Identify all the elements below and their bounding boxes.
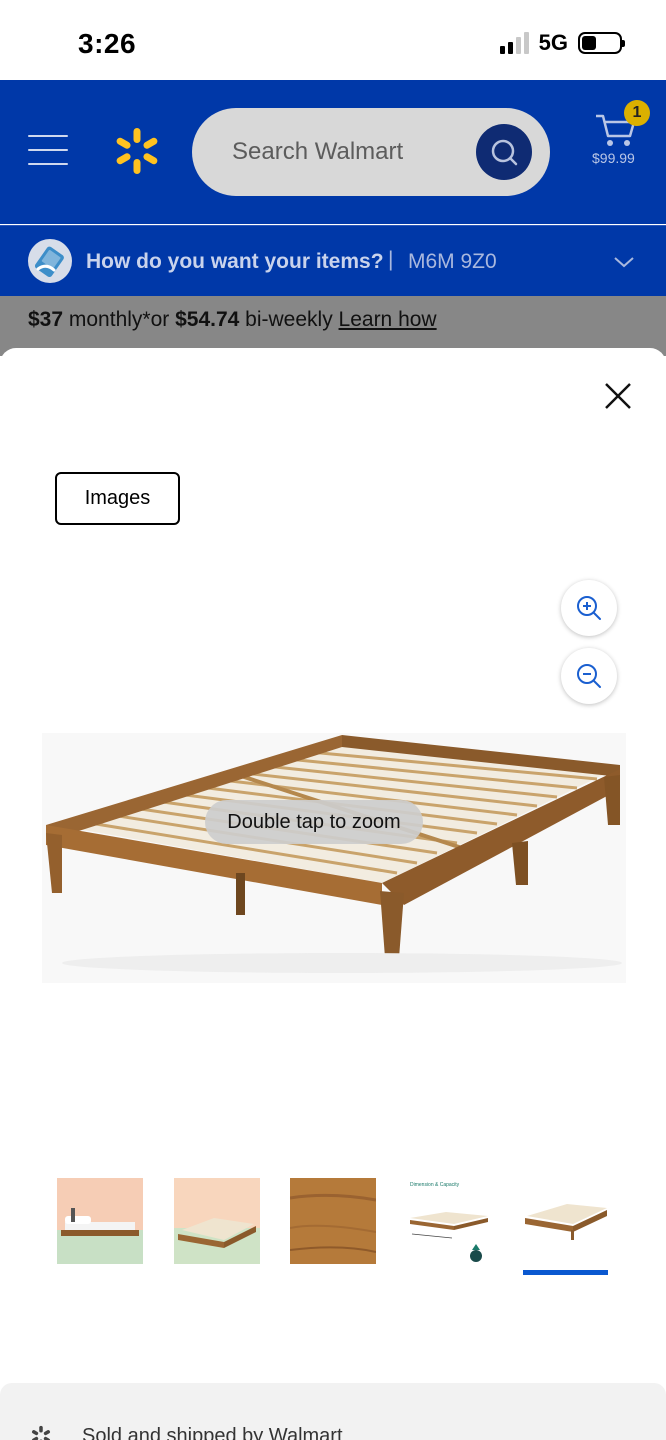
financing-text: $37 monthly*or $54.74 bi-weekly Learn ho… [28,308,437,332]
zoom-out-button[interactable] [561,648,617,704]
thumbnail-dimension-capacity[interactable]: Dimension & Capacity [406,1178,492,1264]
seller-info: Sold and shipped by Walmart [0,1383,666,1440]
thumbnail-bed-frame-green-floor[interactable] [174,1178,260,1264]
search-placeholder: Search Walmart [232,138,404,165]
network-label: 5G [538,30,568,55]
biweekly-amount: $54.74 [175,308,240,331]
thumbnail-bed-frame-white-bg[interactable] [523,1178,609,1264]
chevron-down-icon [614,257,634,268]
thumbnail-strip: Dimension & Capacity [0,1178,666,1278]
walmart-spark-icon [32,1425,50,1440]
fulfillment-separator: | [388,248,394,271]
zoom-in-icon [577,596,601,620]
thumbnail-wood-texture[interactable] [290,1178,376,1264]
monthly-amount: $37 [28,308,64,331]
zoom-hint: Double tap to zoom [205,800,423,844]
learn-how-link[interactable]: Learn how [339,308,437,331]
thumbnail-caption: Dimension & Capacity [410,1182,460,1188]
thumbnail-bed-room-scene[interactable] [57,1178,143,1264]
selected-thumbnail-indicator [523,1270,608,1275]
postal-code: M6M 9Z0 [408,250,497,273]
search-icon [491,139,518,166]
tab-images[interactable]: Images [55,472,180,525]
monthly-label: monthly*or [63,308,176,331]
status-indicators: 5G [499,30,625,56]
walmart-spark-icon[interactable] [112,126,162,176]
status-time: 3:26 [78,28,137,59]
seller-text: Sold and shipped by Walmart [82,1425,343,1440]
status-bar: 3:26 5G [0,0,666,80]
cart-total: $99.99 [592,150,635,166]
zoom-out-icon [577,664,601,688]
fulfillment-title: How do you want your items? [86,250,384,273]
biweekly-label: bi-weekly [239,308,339,331]
cart-count-badge: 1 [624,100,650,126]
product-image[interactable] [42,733,626,983]
battery-icon [578,32,625,54]
menu-icon[interactable] [28,135,68,167]
delivery-icon [28,239,72,283]
fulfillment-selector[interactable]: How do you want your items? | M6M 9Z0 [0,225,666,296]
cart-button[interactable]: 1 $99.99 [590,100,650,190]
app-header: Search Walmart 1 $99.99 [0,80,666,224]
search-input[interactable]: Search Walmart [192,108,550,196]
financing-banner: $37 monthly*or $54.74 bi-weekly Learn ho… [0,296,666,356]
close-icon[interactable] [600,378,636,414]
search-button[interactable] [476,124,532,180]
signal-icon [499,32,529,54]
image-viewer-sheet: Images Double tap to zoom Dimension & Ca… [0,348,666,1440]
zoom-in-button[interactable] [561,580,617,636]
